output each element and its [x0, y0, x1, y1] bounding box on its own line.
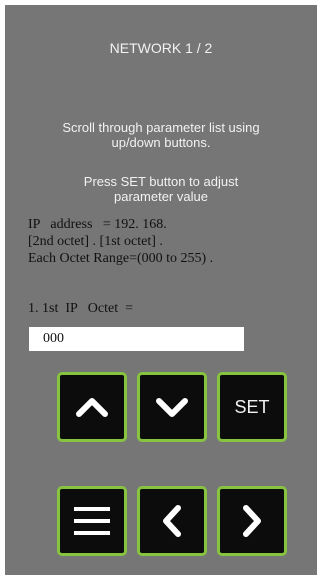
- scroll-instructions-line2: up/down buttons.: [111, 135, 211, 150]
- set-instructions: Press SET button to adjust parameter val…: [35, 174, 287, 204]
- scroll-instructions-line1: Scroll through parameter list using: [62, 120, 260, 135]
- set-button-label: SET: [234, 396, 270, 417]
- down-button[interactable]: [137, 372, 207, 442]
- menu-button[interactable]: [57, 486, 127, 556]
- set-instructions-line2: parameter value: [114, 189, 208, 204]
- scroll-instructions: Scroll through parameter list using up/d…: [35, 120, 287, 150]
- ip-address-info: IP address = 192. 168. [2nd octet] . [1s…: [28, 216, 308, 267]
- octet-parameter-label: 1. 1st IP Octet =: [28, 301, 133, 316]
- up-button[interactable]: [57, 372, 127, 442]
- ip-address-line: IP address = 192. 168.: [28, 217, 167, 232]
- set-button[interactable]: SET: [217, 372, 287, 442]
- octet-order-line: [2nd octet] . [1st octet] .: [28, 234, 163, 249]
- left-button[interactable]: [137, 486, 207, 556]
- right-button[interactable]: [217, 486, 287, 556]
- chevron-right-icon: [241, 504, 263, 538]
- network-settings-panel: NETWORK 1 / 2 Scroll through parameter l…: [5, 5, 317, 575]
- menu-icon: [73, 505, 111, 537]
- set-instructions-line1: Press SET button to adjust: [83, 174, 239, 189]
- chevron-down-icon: [155, 396, 189, 418]
- page-title: NETWORK 1 / 2: [109, 40, 213, 56]
- chevron-left-icon: [161, 504, 183, 538]
- octet-value-field[interactable]: [29, 327, 244, 351]
- octet-range-line: Each Octet Range=(000 to 255) .: [28, 251, 214, 266]
- chevron-up-icon: [75, 396, 109, 418]
